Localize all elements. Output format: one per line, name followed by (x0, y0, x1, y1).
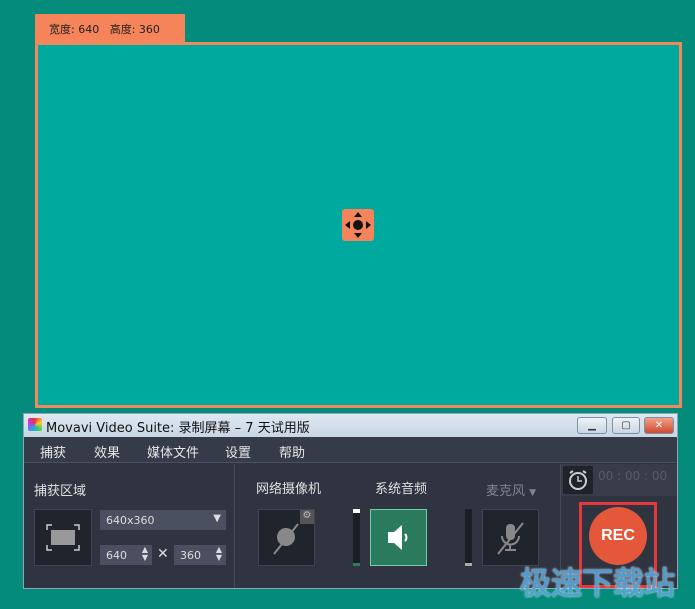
width-label: 宽度: 640 (49, 23, 100, 36)
system-audio-label: 系统音频 (375, 482, 428, 497)
webcam-label: 网络摄像机 (256, 482, 322, 497)
alarm-clock-icon[interactable] (563, 466, 593, 494)
chevron-down-icon: ▼ (529, 488, 537, 498)
system-audio-level (353, 509, 360, 566)
microphone-level (465, 509, 472, 566)
stepper-icon[interactable]: ▲ ▼ (216, 546, 222, 562)
minimize-button[interactable]: ▁ (577, 417, 607, 434)
speaker-icon (388, 525, 408, 550)
system-audio-toggle[interactable] (370, 509, 427, 566)
title-bar[interactable]: Movavi Video Suite: 录制屏幕 – 7 天试用版 ▁ ▢ ✕ (24, 414, 677, 437)
move-handle-icon[interactable] (342, 209, 374, 241)
menu-media-files[interactable]: 媒体文件 (147, 442, 199, 461)
capture-frame-icon (46, 524, 80, 551)
close-button[interactable]: ✕ (644, 417, 674, 434)
timer-panel: 00 : 00 : 00 (561, 464, 677, 496)
times-icon: ✕ (157, 546, 169, 562)
height-input[interactable]: 360 ▲ ▼ (174, 545, 226, 565)
chevron-down-icon: ▼ (213, 513, 221, 524)
rec-button[interactable]: REC (589, 507, 647, 565)
menu-effects[interactable]: 效果 (94, 442, 120, 461)
divider (234, 464, 235, 588)
microphone-label[interactable]: 麦克风 ▼ (486, 480, 536, 499)
width-input[interactable]: 640 ▲ ▼ (100, 545, 152, 565)
size-label: 宽度: 640 高度: 360 (35, 14, 185, 43)
watermark: 极速下载站 (520, 566, 675, 602)
gear-icon[interactable]: ⚙ (300, 510, 314, 524)
capture-area-button[interactable] (34, 509, 92, 566)
window-title: Movavi Video Suite: 录制屏幕 – 7 天试用版 (46, 421, 310, 436)
menu-bar: 捕获 效果 媒体文件 设置 帮助 (24, 437, 677, 463)
capture-area-label: 捕获区域 (34, 484, 87, 499)
microphone-off-icon (497, 522, 524, 555)
menu-settings[interactable]: 设置 (225, 442, 251, 461)
menu-help[interactable]: 帮助 (279, 442, 305, 461)
preset-value: 640x360 (106, 514, 155, 527)
width-value: 640 (106, 549, 127, 562)
preset-select[interactable]: 640x360 ▼ (100, 510, 226, 530)
stepper-icon[interactable]: ▲ ▼ (142, 546, 148, 562)
webcam-toggle[interactable]: ⚙ (258, 509, 315, 566)
app-logo-icon (28, 418, 42, 431)
maximize-button[interactable]: ▢ (612, 417, 640, 434)
height-label: 高度: 360 (109, 23, 160, 36)
menu-capture[interactable]: 捕获 (40, 442, 66, 461)
timer-value[interactable]: 00 : 00 : 00 (598, 469, 667, 483)
height-value: 360 (180, 549, 201, 562)
